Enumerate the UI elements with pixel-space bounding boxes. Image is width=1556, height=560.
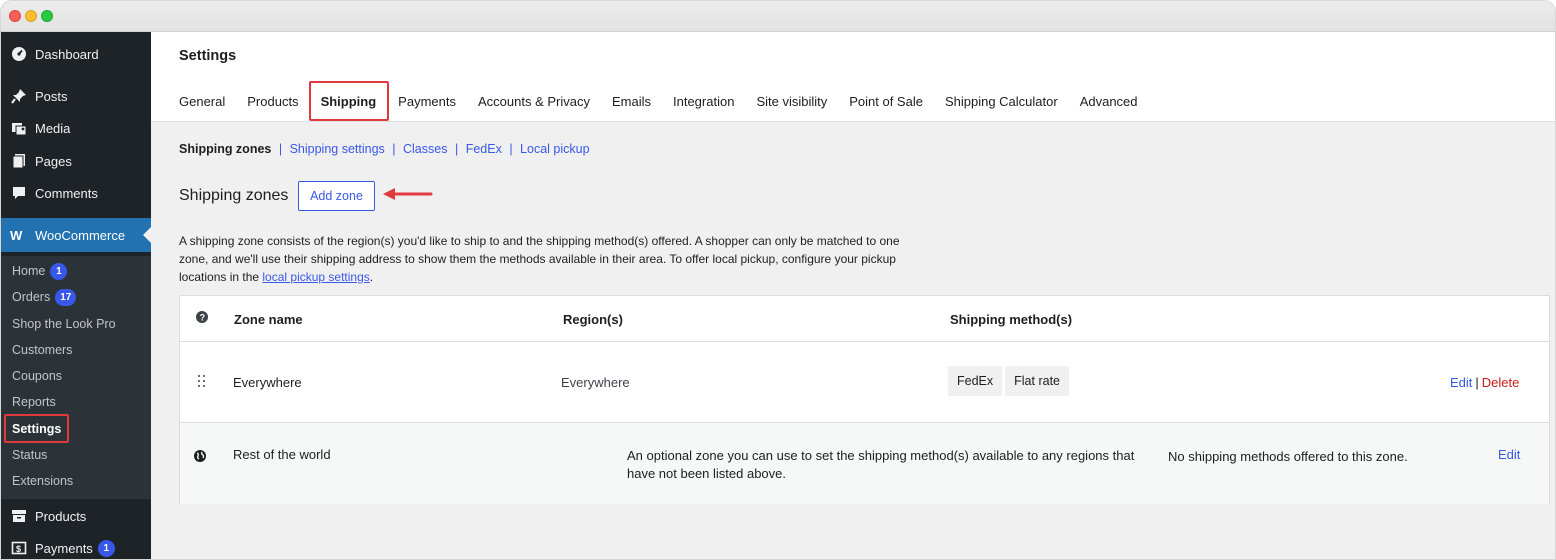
payments-icon: $ bbox=[10, 539, 28, 557]
subnav-classes[interactable]: Classes bbox=[403, 142, 447, 156]
tab-emails[interactable]: Emails bbox=[612, 94, 651, 109]
tab-shipping-calculator[interactable]: Shipping Calculator bbox=[945, 94, 1058, 109]
pin-icon bbox=[10, 87, 28, 105]
edit-zone-link[interactable]: Edit bbox=[1450, 375, 1472, 390]
submenu-status[interactable]: Status bbox=[1, 442, 151, 468]
woo-icon: W bbox=[10, 226, 28, 244]
zone-region: Everywhere bbox=[561, 375, 630, 390]
browser-window: Dashboard Posts Media Pages Comments W W… bbox=[0, 0, 1556, 560]
archive-icon bbox=[10, 507, 28, 525]
menu-dashboard[interactable]: Dashboard bbox=[1, 37, 151, 71]
tab-general[interactable]: General bbox=[179, 94, 225, 109]
tab-integration[interactable]: Integration bbox=[673, 94, 734, 109]
header-methods: Shipping method(s) bbox=[950, 312, 1073, 327]
edit-zone-link[interactable]: Edit bbox=[1498, 447, 1520, 462]
table-row: Rest of the world An optional zone you c… bbox=[180, 423, 1549, 504]
zone-name: Rest of the world bbox=[233, 447, 331, 462]
pages-icon bbox=[10, 152, 28, 170]
menu-pages[interactable]: Pages bbox=[1, 144, 151, 178]
subnav-fedex[interactable]: FedEx bbox=[466, 142, 502, 156]
menu-comments[interactable]: Comments bbox=[1, 176, 151, 210]
menu-payments[interactable]: $ Payments 1 bbox=[1, 531, 151, 559]
comment-icon bbox=[10, 184, 28, 202]
menu-woocommerce[interactable]: W WooCommerce bbox=[1, 218, 151, 252]
shipping-subnav: Shipping zones | Shipping settings | Cla… bbox=[179, 142, 590, 156]
settings-header: Settings General Products Shipping Payme… bbox=[151, 32, 1555, 122]
payments-count-badge: 1 bbox=[97, 539, 115, 557]
svg-text:W: W bbox=[10, 228, 23, 242]
menu-media[interactable]: Media bbox=[1, 111, 151, 145]
main-content: Settings General Products Shipping Payme… bbox=[151, 32, 1555, 559]
shipping-zones-table: ? Zone name Region(s) Shipping method(s)… bbox=[179, 295, 1550, 504]
submenu-reports[interactable]: Reports bbox=[1, 389, 151, 415]
home-count-badge: 1 bbox=[50, 262, 68, 280]
drag-handle-icon[interactable] bbox=[198, 375, 206, 389]
add-zone-button[interactable]: Add zone bbox=[298, 181, 375, 211]
submenu-shop-the-look-pro[interactable]: Shop the Look Pro bbox=[1, 311, 151, 337]
tab-site-visibility[interactable]: Site visibility bbox=[756, 94, 827, 109]
title-bar bbox=[1, 1, 1555, 32]
svg-text:$: $ bbox=[16, 544, 21, 554]
svg-text:?: ? bbox=[200, 313, 206, 323]
shipping-methods: FedEx Flat rate bbox=[948, 366, 1072, 396]
subnav-shipping-settings[interactable]: Shipping settings bbox=[290, 142, 385, 156]
arrow-left-icon bbox=[383, 188, 433, 200]
row-actions: Edit | Delete bbox=[1450, 375, 1520, 390]
local-pickup-settings-link[interactable]: local pickup settings bbox=[262, 270, 369, 284]
close-window-button[interactable] bbox=[9, 10, 21, 22]
help-icon[interactable]: ? bbox=[196, 311, 208, 326]
tab-payments[interactable]: Payments bbox=[398, 94, 456, 109]
page-title: Settings bbox=[179, 48, 237, 64]
tab-accounts-privacy[interactable]: Accounts & Privacy bbox=[478, 94, 590, 109]
delete-zone-link[interactable]: Delete bbox=[1482, 375, 1520, 390]
zone-name: Everywhere bbox=[233, 375, 302, 390]
subnav-shipping-zones[interactable]: Shipping zones bbox=[179, 142, 271, 156]
admin-sidebar: Dashboard Posts Media Pages Comments W W… bbox=[1, 32, 151, 559]
table-header: ? Zone name Region(s) Shipping method(s) bbox=[180, 296, 1549, 342]
submenu-coupons[interactable]: Coupons bbox=[1, 363, 151, 389]
woocommerce-submenu: Home 1 Orders 17 Shop the Look Pro Custo… bbox=[1, 256, 151, 499]
minimize-window-button[interactable] bbox=[25, 10, 37, 22]
menu-products[interactable]: Products bbox=[1, 499, 151, 533]
globe-icon bbox=[194, 450, 206, 465]
method-chip-fedex: FedEx bbox=[948, 366, 1003, 396]
zone-description: An optional zone you can use to set the … bbox=[627, 448, 1135, 481]
submenu-customers[interactable]: Customers bbox=[1, 337, 151, 363]
submenu-extensions[interactable]: Extensions bbox=[1, 468, 151, 494]
subnav-local-pickup[interactable]: Local pickup bbox=[520, 142, 590, 156]
tab-products[interactable]: Products bbox=[247, 94, 298, 109]
tab-point-of-sale[interactable]: Point of Sale bbox=[849, 94, 923, 109]
method-chip-flat-rate: Flat rate bbox=[1005, 366, 1069, 396]
submenu-home[interactable]: Home 1 bbox=[1, 258, 151, 284]
orders-count-badge: 17 bbox=[55, 288, 77, 306]
header-zone-name: Zone name bbox=[234, 312, 303, 327]
zones-description: A shipping zone consists of the region(s… bbox=[179, 234, 900, 284]
media-icon bbox=[10, 119, 28, 137]
tab-advanced[interactable]: Advanced bbox=[1080, 94, 1138, 109]
menu-posts[interactable]: Posts bbox=[1, 79, 151, 113]
no-methods-text: No shipping methods offered to this zone… bbox=[1168, 449, 1408, 464]
dashboard-icon bbox=[10, 45, 28, 63]
settings-highlight-box bbox=[4, 414, 69, 443]
header-regions: Region(s) bbox=[563, 312, 623, 327]
submenu-orders[interactable]: Orders 17 bbox=[1, 284, 151, 310]
table-row: Everywhere Everywhere FedEx Flat rate Edi… bbox=[180, 342, 1549, 423]
shipping-tab-highlight-box bbox=[309, 81, 389, 121]
maximize-window-button[interactable] bbox=[41, 10, 53, 22]
section-heading: Shipping zones bbox=[179, 187, 289, 204]
